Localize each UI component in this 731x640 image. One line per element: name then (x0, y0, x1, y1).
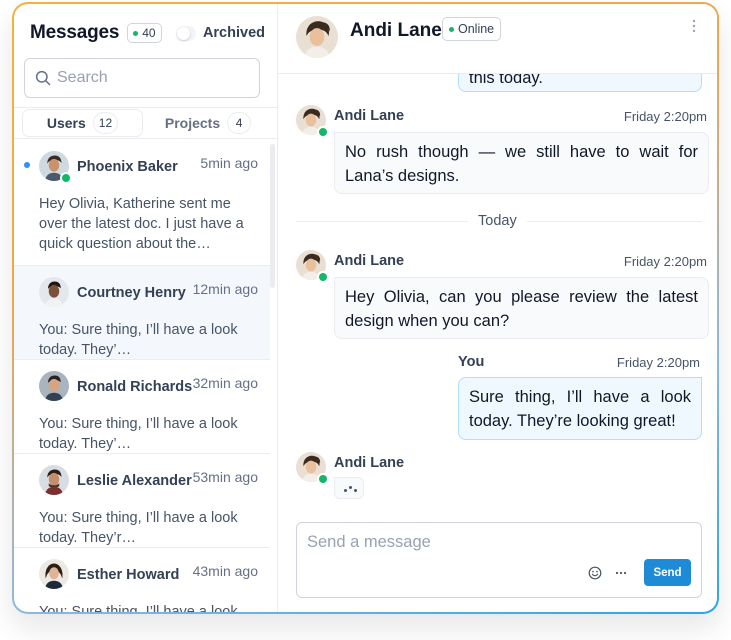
chat-panel: Andi Lane Online this today. Andi Lane F… (278, 4, 717, 612)
message-sender: Andi Lane (334, 108, 405, 124)
online-dot-icon (133, 30, 139, 36)
tab-projects-label: Projects (164, 115, 221, 131)
archived-label: Archived (202, 25, 265, 41)
search-input[interactable] (57, 69, 247, 87)
conversation-sidebar: Messages 40 Archived Users 12 Projects (14, 4, 278, 612)
conversation-name: Esther Howard (77, 567, 180, 583)
app-frame: Messages 40 Archived Users 12 Projects (12, 2, 719, 614)
conversation-preview: You: Sure thing, I’ll have a look today.… (39, 510, 238, 546)
message-avatar (296, 452, 329, 485)
unread-count-badge: 40 (127, 23, 162, 43)
conversation-name: Phoenix Baker (77, 159, 178, 175)
conversation-time: 12min ago (192, 281, 258, 297)
chat-header: Andi Lane Online (278, 4, 717, 74)
conversation-time: 32min ago (192, 375, 258, 391)
avatar (39, 277, 69, 307)
emoji-icon[interactable] (588, 566, 602, 580)
contact-status: Online (458, 22, 495, 36)
contact-status-badge: Online (442, 17, 502, 41)
conversation-item-ronald-richards[interactable]: Ronald Richards 32min ago You: Sure thin… (14, 360, 270, 454)
message-sender: Andi Lane (334, 455, 405, 471)
typing-dot (354, 489, 357, 492)
conversation-list: Phoenix Baker 5min ago Hey Olivia, Kathe… (14, 140, 270, 612)
avatar (39, 465, 69, 495)
message-avatar (296, 105, 329, 138)
contact-avatar (296, 16, 338, 58)
sidebar-title: Messages (30, 22, 120, 43)
avatar (39, 151, 72, 184)
message-time: Friday 2:20pm (623, 109, 707, 124)
conversation-preview: You: Sure thing, I’ll have a look today.… (39, 416, 238, 452)
typing-indicator (334, 477, 364, 499)
tab-projects-count: 4 (227, 112, 252, 134)
message-sender: Andi Lane (334, 253, 405, 269)
online-status-dot (317, 473, 329, 485)
conversation-item-leslie-alexander[interactable]: Leslie Alexander 53min ago You: Sure thi… (14, 454, 270, 548)
date-divider-label: Today (468, 213, 527, 229)
tab-projects[interactable]: Projects 4 (152, 110, 264, 136)
message-sender: You (458, 354, 485, 370)
conversation-preview: You: Sure thing, I’ll have a look today.… (39, 322, 238, 358)
sidebar-tabs: Users 12 Projects 4 (14, 107, 278, 139)
message-time: Friday 2:20pm (623, 254, 707, 269)
unread-count: 40 (142, 26, 156, 40)
avatar-photo (39, 559, 69, 589)
avatar-photo (39, 277, 69, 307)
avatar-photo (39, 371, 69, 401)
tab-users-count: 12 (92, 112, 119, 134)
contact-name: Andi Lane (350, 20, 442, 41)
conversation-item-courtney-henry[interactable]: Courtney Henry 12min ago You: Sure thing… (14, 266, 270, 360)
sidebar-header: Messages 40 Archived (30, 20, 265, 46)
messaging-app: Messages 40 Archived Users 12 Projects (14, 4, 717, 612)
message-bubble-outgoing: Sure thing, I’ll have a look today. They… (458, 377, 702, 440)
typing-dot (344, 489, 347, 492)
tab-users[interactable]: Users 12 (23, 110, 142, 136)
conversation-name: Courtney Henry (77, 285, 186, 301)
message-composer: Send (296, 522, 702, 598)
avatar (39, 559, 69, 589)
conversation-preview: You: Sure thing, I’ll have a look (39, 604, 238, 612)
conversation-list-scrollbar[interactable] (270, 144, 275, 288)
kebab-menu-icon[interactable] (689, 18, 699, 34)
conversation-preview: Hey Olivia, Katherine sent me over the l… (39, 196, 244, 252)
tab-users-label: Users (46, 115, 86, 131)
online-status-dot (60, 172, 72, 184)
online-dot-icon (449, 26, 454, 32)
conversation-name: Leslie Alexander (77, 473, 192, 489)
message-bubble-incoming: Hey Olivia, can you please review the la… (334, 277, 709, 339)
conversation-name: Ronald Richards (77, 379, 193, 395)
conversation-time: 43min ago (192, 563, 258, 579)
search-box (24, 58, 260, 98)
online-status-dot (317, 126, 329, 138)
more-dots-icon[interactable] (615, 570, 627, 576)
avatar-photo (39, 465, 69, 495)
typing-dot (349, 486, 352, 489)
avatar (39, 371, 69, 401)
search-icon (35, 70, 51, 86)
unread-dot (24, 162, 30, 168)
message-bubble-incoming: No rush though — we still have to wait f… (334, 132, 709, 194)
conversation-time: 5min ago (200, 155, 258, 171)
conversation-item-phoenix-baker[interactable]: Phoenix Baker 5min ago Hey Olivia, Kathe… (14, 140, 270, 266)
send-button[interactable]: Send (644, 559, 691, 586)
conversation-time: 53min ago (192, 469, 258, 485)
message-input[interactable] (307, 533, 687, 563)
message-time: Friday 2:20pm (616, 355, 700, 370)
archived-toggle[interactable] (175, 25, 196, 41)
message-avatar (296, 250, 329, 283)
conversation-item-esther-howard[interactable]: Esther Howard 43min ago You: Sure thing,… (14, 548, 270, 612)
online-status-dot (317, 271, 329, 283)
